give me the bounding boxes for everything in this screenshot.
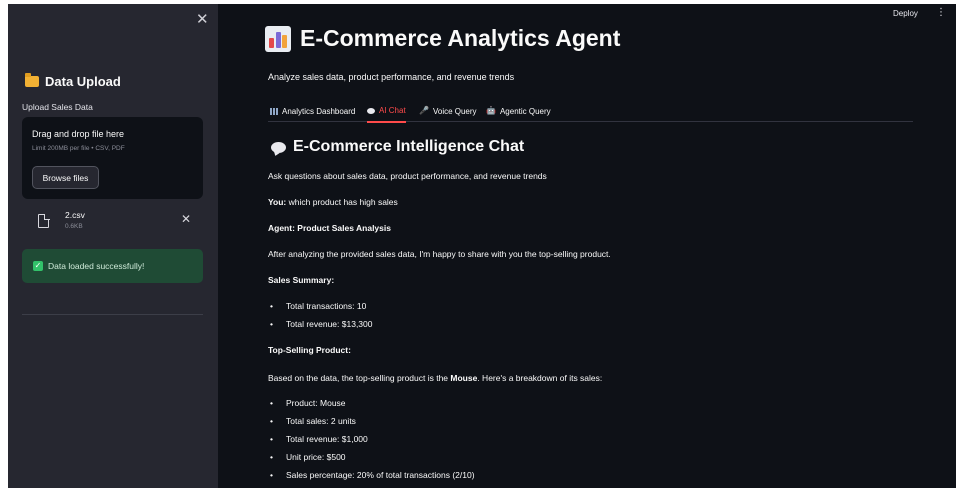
remove-file-icon[interactable]: ✕ (181, 213, 191, 225)
speech-bubble-icon (367, 107, 375, 114)
list-item: Unit price: $500 (270, 452, 346, 462)
file-dropzone[interactable]: Drag and drop file here Limit 200MB per … (22, 117, 203, 199)
check-icon: ✓ (33, 261, 43, 271)
top-product-heading-text: Top-Selling Product: (268, 345, 351, 355)
success-alert: ✓ Data loaded successfully! (22, 249, 203, 283)
list-item-text: Total revenue: $13,300 (286, 319, 373, 329)
file-icon (38, 213, 50, 228)
uploaded-file-size: 0.6KB (65, 223, 83, 230)
sidebar-divider (22, 314, 203, 315)
list-item: Total revenue: $1,000 (270, 434, 368, 444)
list-item-text: Total transactions: 10 (286, 301, 367, 311)
list-item: Total transactions: 10 (270, 301, 366, 311)
upload-label: Upload Sales Data (22, 102, 93, 112)
p2-before: Based on the data, the top-selling produ… (268, 373, 451, 383)
chat-intro: Ask questions about sales data, product … (268, 171, 547, 181)
tab-label: Analytics Dashboard (282, 106, 356, 116)
summary-heading-text: Sales Summary: (268, 275, 335, 285)
list-item: Total sales: 2 units (270, 416, 356, 426)
summary-heading: Sales Summary: (268, 275, 334, 285)
list-item: Sales percentage: 20% of total transacti… (270, 470, 475, 480)
top-product-heading: Top-Selling Product: (268, 345, 351, 355)
dropzone-limit: Limit 200MB per file • CSV, PDF (32, 145, 125, 152)
tab-label: AI Chat (379, 106, 406, 115)
list-item-text: Total revenue: $1,000 (286, 434, 368, 444)
chat-title-text: E-Commerce Intelligence Chat (293, 138, 525, 155)
close-icon[interactable]: ✕ (196, 12, 209, 27)
tab-ai-chat[interactable]: AI Chat (367, 100, 406, 123)
dropzone-title: Drag and drop file here (32, 129, 125, 139)
success-text: Data loaded successfully! (48, 261, 145, 271)
user-label: You: (268, 197, 287, 207)
sidebar-title-text: Data Upload (45, 74, 121, 89)
p2-after: . Here's a breakdown of its sales: (477, 373, 603, 383)
list-item-text: Product: Mouse (286, 398, 346, 408)
chat-title: E-Commerce Intelligence Chat (271, 138, 524, 156)
list-item-text: Total sales: 2 units (286, 416, 356, 426)
bar-chart-icon (270, 107, 278, 115)
sidebar-title: Data Upload (25, 73, 121, 89)
list-item: Product: Mouse (270, 398, 346, 408)
tab-label: Agentic Query (499, 106, 551, 116)
agent-paragraph-2: Based on the data, the top-selling produ… (268, 373, 602, 383)
agent-label: Agent: Product Sales Analysis (268, 223, 391, 233)
page-title-text: E-Commerce Analytics Agent (300, 25, 621, 51)
uploaded-file-name: 2.csv (65, 210, 85, 220)
microphone-icon: 🎤 (419, 106, 429, 115)
browse-files-button[interactable]: Browse files (32, 166, 99, 189)
tab-analytics-dashboard[interactable]: Analytics Dashboard (270, 100, 355, 122)
tab-agentic-query[interactable]: 🤖 Agentic Query (486, 100, 551, 122)
page-title: E-Commerce Analytics Agent (265, 25, 620, 52)
agent-heading: Agent: Product Sales Analysis (268, 223, 391, 233)
folder-icon (25, 73, 39, 87)
speech-bubble-icon (271, 141, 286, 153)
user-message: You: which product has high sales (268, 197, 398, 207)
page-subtitle: Analyze sales data, product performance,… (268, 72, 515, 82)
tab-bar: Analytics Dashboard AI Chat 🎤 Voice Quer… (268, 100, 913, 123)
agent-paragraph-1: After analyzing the provided sales data,… (268, 249, 611, 259)
sidebar: ✕ Data Upload Upload Sales Data Drag and… (8, 4, 218, 488)
robot-icon: 🤖 (486, 106, 496, 115)
p2-product: Mouse (450, 373, 478, 383)
list-item-text: Unit price: $500 (286, 452, 346, 462)
tab-voice-query[interactable]: 🎤 Voice Query (419, 100, 477, 122)
list-item: Total revenue: $13,300 (270, 319, 372, 329)
user-message-text: which product has high sales (288, 197, 398, 207)
tab-label: Voice Query (432, 106, 477, 116)
kebab-menu-icon[interactable]: ⋮ (936, 8, 946, 18)
list-item-text: Sales percentage: 20% of total transacti… (286, 470, 475, 480)
bar-chart-icon (265, 25, 291, 52)
deploy-button[interactable]: Deploy (893, 9, 918, 18)
